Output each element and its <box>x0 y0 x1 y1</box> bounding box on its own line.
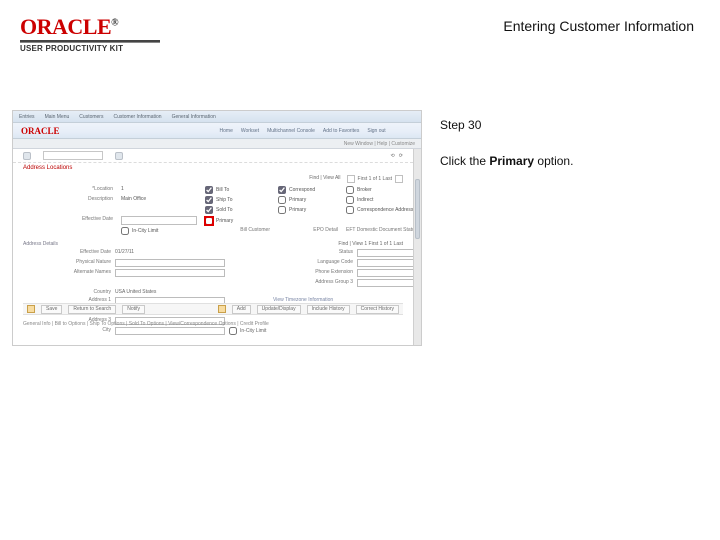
save-button[interactable]: Save <box>41 305 62 314</box>
bill-cust-label: Bill Customer <box>205 227 270 235</box>
effdate-select[interactable] <box>121 216 197 225</box>
effdate-label: Effective Date <box>23 216 113 225</box>
d-lang-select[interactable] <box>357 259 413 267</box>
d-phone-label: Phone Extension <box>273 269 353 277</box>
d-phone-input[interactable] <box>357 269 413 277</box>
app-brand-bar: ORACLE Home Workset Multichannel Console… <box>13 123 421 139</box>
pager-last-icon[interactable] <box>395 175 403 183</box>
app-global-menu: Home Workset Multichannel Console Add to… <box>220 128 386 134</box>
action-bar: Save Return to Search Notify Add Update/… <box>23 303 403 315</box>
d-status-label: Status <box>273 249 353 257</box>
instruction-suffix: option. <box>534 154 573 168</box>
incity-checkbox[interactable]: In-City Limit <box>121 227 197 235</box>
description-label: Description <box>23 196 113 204</box>
details-pager[interactable]: Find | View 1 First 1 of 1 Last <box>338 241 403 247</box>
brand-text: ORACLE <box>20 14 111 39</box>
primary2-checkbox[interactable]: Primary <box>278 196 338 204</box>
menu-home[interactable]: Home <box>220 128 233 134</box>
sold-to-checkbox[interactable]: Sold To <box>205 206 270 214</box>
notify-button[interactable]: Notify <box>122 305 145 314</box>
broker-checkbox[interactable]: Broker <box>346 186 406 194</box>
app-oracle-logo: ORACLE <box>21 126 60 136</box>
correspond-checkbox[interactable]: Correspond <box>278 186 338 194</box>
ship-to-checkbox[interactable]: Ship To <box>205 196 270 204</box>
section-title: Address Locations <box>13 163 413 173</box>
page-title: Entering Customer Information <box>503 18 694 34</box>
vertical-scrollbar[interactable] <box>413 149 421 345</box>
step-label: Step 30 <box>440 118 704 132</box>
d-altnames-label: Alternate Names <box>23 269 111 277</box>
save-icon[interactable] <box>27 305 35 313</box>
history-button[interactable]: Include History <box>307 305 350 314</box>
pager-controls[interactable]: First 1 of 1 Last <box>347 175 403 183</box>
d-lang-label: Language Code <box>273 259 353 267</box>
crumb[interactable]: Customer Information <box>113 114 161 120</box>
crumb[interactable]: Customers <box>79 114 103 120</box>
corr-addr-checkbox[interactable]: Correspondence Address <box>346 206 406 214</box>
lookup-icon[interactable] <box>115 152 123 160</box>
d-incity-checkbox[interactable]: In-City Limit <box>229 327 269 335</box>
subheader-right[interactable]: New Window | Help | Customize <box>344 141 415 147</box>
d-city-label: City <box>23 327 111 335</box>
d-addr3-input[interactable] <box>357 279 413 287</box>
d-physical-label: Physical Nature <box>23 259 111 267</box>
brand-subtitle: USER PRODUCTIVITY KIT <box>20 44 700 53</box>
toolbar-icon[interactable] <box>23 152 31 160</box>
menu-workset[interactable]: Workset <box>241 128 259 134</box>
d-effdate-label: Effective Date <box>23 249 111 257</box>
search-input[interactable] <box>43 151 103 160</box>
epo-label: EPO Detail <box>278 227 338 235</box>
scrollbar-thumb[interactable] <box>415 179 420 239</box>
d-city-input[interactable] <box>115 327 225 335</box>
indirect-checkbox[interactable]: Indirect <box>346 196 406 204</box>
update-button[interactable]: Update/Display <box>257 305 301 314</box>
primary3-checkbox[interactable]: Primary <box>278 206 338 214</box>
instruction-bold: Primary <box>489 154 534 168</box>
details-header: Address Details <box>23 241 58 247</box>
bill-to-checkbox[interactable]: Bill To <box>205 186 270 194</box>
d-physical-select[interactable] <box>115 259 225 267</box>
crumb[interactable]: General Information <box>172 114 216 120</box>
pager-range: First 1 of 1 Last <box>358 176 392 182</box>
registered-mark: ® <box>111 18 118 29</box>
add-icon[interactable] <box>218 305 226 313</box>
app-subheader: New Window | Help | Customize <box>13 139 421 149</box>
location-value: 1 <box>121 186 197 194</box>
crumb[interactable]: Entries <box>19 114 35 120</box>
step-instruction: Click the Primary option. <box>440 154 704 168</box>
return-button[interactable]: Return to Search <box>68 305 116 314</box>
correct-button[interactable]: Correct History <box>356 305 399 314</box>
crumb[interactable]: Main Menu <box>45 114 70 120</box>
brand-divider <box>20 40 160 43</box>
add-button[interactable]: Add <box>232 305 251 314</box>
menu-console[interactable]: Multichannel Console <box>267 128 315 134</box>
d-effdate-value: 01/27/11 <box>115 249 225 257</box>
d-country-label: Country <box>23 289 111 295</box>
description-value: Main Office <box>121 196 197 204</box>
instruction-prefix: Click the <box>440 154 489 168</box>
pager-text[interactable]: Find | View All <box>309 175 340 183</box>
pager-first-icon[interactable] <box>347 175 355 183</box>
menu-signout[interactable]: Sign out <box>367 128 385 134</box>
primary-checkbox-highlighted[interactable]: Primary <box>205 216 270 225</box>
breadcrumb-bar: Entries Main Menu Customers Customer Inf… <box>13 111 421 123</box>
footer-links[interactable]: General Info | Bill to Options | Ship To… <box>23 321 403 327</box>
eft-label: EFT Domestic Document Status <box>346 227 406 235</box>
app-screenshot: Entries Main Menu Customers Customer Inf… <box>12 110 422 346</box>
app-toolbar: ⟲ ⟳ <box>13 149 413 163</box>
d-altnames-input[interactable] <box>115 269 225 277</box>
menu-favorites[interactable]: Add to Favorites <box>323 128 359 134</box>
d-addr3-label: Address Group 3 <box>273 279 353 287</box>
d-status-select[interactable] <box>357 249 413 257</box>
location-label: *Location <box>23 186 113 194</box>
d-country-value: USA United States <box>115 289 413 295</box>
